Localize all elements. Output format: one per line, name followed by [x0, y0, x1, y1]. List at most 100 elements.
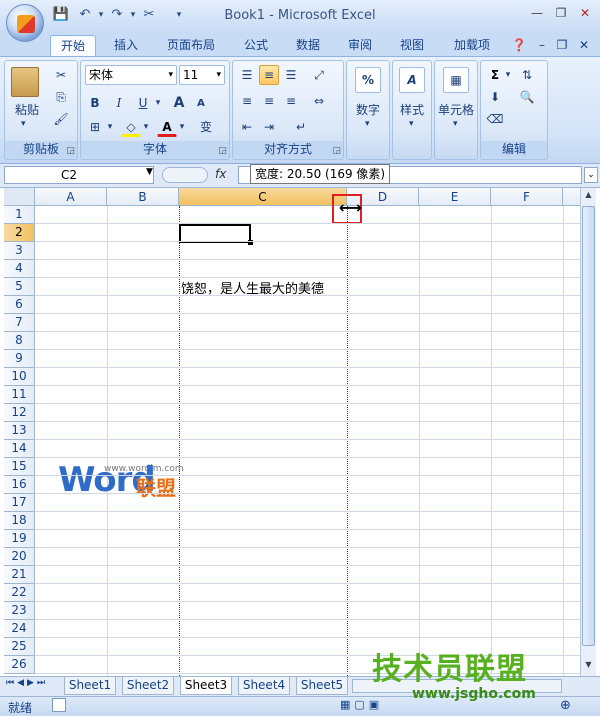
row-header[interactable]: 6 [4, 296, 35, 314]
align-bottom-icon[interactable]: ☰ [281, 65, 301, 85]
format-painter-icon[interactable]: 🖌 [51, 109, 71, 129]
sheet-tab-5[interactable]: Sheet5 [296, 677, 348, 695]
name-box[interactable]: C2 [4, 166, 154, 184]
cells-group[interactable]: ▦ 单元格 ▾ [434, 60, 478, 160]
autosum-button[interactable]: Σ [485, 65, 505, 85]
row-header[interactable]: 24 [4, 620, 35, 638]
row-header[interactable]: 21 [4, 566, 35, 584]
minimize-icon[interactable]: — [526, 4, 548, 22]
row-header[interactable]: 20 [4, 548, 35, 566]
increase-indent-icon[interactable]: ⇥ [259, 117, 279, 137]
formula-expand-icon[interactable]: ⌄ [584, 167, 598, 183]
tab-insert[interactable]: 插入 [106, 35, 146, 56]
row-header[interactable]: 1 [4, 206, 35, 224]
row-header[interactable]: 22 [4, 584, 35, 602]
sheet-tab-2[interactable]: Sheet2 [122, 677, 174, 695]
row-header[interactable]: 2 [4, 224, 35, 242]
tab-home[interactable]: 开始 [50, 35, 96, 56]
row-header[interactable]: 7 [4, 314, 35, 332]
column-header-a[interactable]: A [35, 188, 107, 206]
row-header[interactable]: 18 [4, 512, 35, 530]
column-header-c[interactable]: C [179, 188, 347, 206]
row-header[interactable]: 16 [4, 476, 35, 494]
select-all-corner[interactable] [4, 188, 35, 206]
number-group[interactable]: % 数字 ▾ [346, 60, 390, 160]
sort-filter-icon[interactable]: ⇅ [517, 65, 537, 85]
font-color-dropdown-icon[interactable]: ▾ [177, 117, 187, 137]
row-header[interactable]: 14 [4, 440, 35, 458]
wrap-text-icon[interactable]: ↵ [287, 117, 315, 137]
row-header[interactable]: 5 [4, 278, 35, 296]
row-header[interactable]: 26 [4, 656, 35, 674]
office-button[interactable] [6, 4, 44, 42]
tab-formulas[interactable]: 公式 [236, 35, 276, 56]
italic-button[interactable]: I [109, 93, 129, 113]
ribbon-minimize-icon[interactable]: – [534, 35, 550, 56]
find-select-icon[interactable]: 🔍 [517, 87, 537, 107]
scroll-down-icon[interactable]: ▼ [582, 660, 595, 674]
paste-dropdown-icon[interactable]: ▾ [21, 119, 26, 129]
macro-record-icon[interactable] [52, 698, 66, 712]
align-right-icon[interactable]: ≡ [281, 91, 301, 111]
paste-icon[interactable] [11, 67, 39, 97]
alignment-launcher-icon[interactable]: ◲ [332, 146, 341, 156]
row-header[interactable]: 23 [4, 602, 35, 620]
decrease-indent-icon[interactable]: ⇤ [237, 117, 257, 137]
phonetic-button[interactable]: 变 [193, 117, 219, 137]
row-header[interactable]: 19 [4, 530, 35, 548]
zoom-in-icon[interactable]: ⊕ [560, 698, 571, 713]
vertical-scrollbar[interactable]: ▲ ▼ [580, 188, 596, 676]
scroll-thumb[interactable] [582, 206, 595, 646]
row-header[interactable]: 13 [4, 422, 35, 440]
formula-bar-expander[interactable] [162, 167, 208, 183]
row-header[interactable]: 25 [4, 638, 35, 656]
tab-view[interactable]: 视图 [392, 35, 432, 56]
column-header-b[interactable]: B [107, 188, 179, 206]
styles-group[interactable]: A 样式 ▾ [392, 60, 432, 160]
border-icon[interactable]: ⊞ [85, 117, 105, 137]
sheet-tab-4[interactable]: Sheet4 [238, 677, 290, 695]
paste-label[interactable]: 粘贴 [9, 101, 45, 118]
row-header[interactable]: 3 [4, 242, 35, 260]
font-size-select[interactable]: 11 ▾ [179, 65, 225, 85]
row-header[interactable]: 4 [4, 260, 35, 278]
close-icon[interactable]: ✕ [574, 4, 596, 22]
align-center-icon[interactable]: ≡ [259, 91, 279, 111]
grow-font-button[interactable]: A [169, 93, 189, 113]
tab-page-layout[interactable]: 页面布局 [158, 35, 224, 56]
view-buttons-icon[interactable]: ▦▢▣ [340, 698, 383, 711]
underline-dropdown-icon[interactable]: ▾ [153, 93, 163, 113]
row-header[interactable]: 8 [4, 332, 35, 350]
insert-function-button[interactable]: fx [215, 167, 226, 181]
cut-icon[interactable]: ✂ [51, 65, 71, 85]
shrink-font-button[interactable]: A [191, 93, 211, 113]
font-color-icon[interactable]: A [157, 117, 177, 137]
underline-button[interactable]: U [133, 93, 153, 113]
tab-addins[interactable]: 加载项 [446, 35, 498, 56]
row-header[interactable]: 12 [4, 404, 35, 422]
column-header-g[interactable] [563, 188, 580, 206]
align-left-icon[interactable]: ≡ [237, 91, 257, 111]
name-box-dropdown-icon[interactable]: ▼ [146, 167, 153, 177]
workbook-close-icon[interactable]: ✕ [576, 35, 592, 56]
row-header[interactable]: 9 [4, 350, 35, 368]
column-header-e[interactable]: E [419, 188, 491, 206]
worksheet-grid[interactable]: A B C D E F 饶恕，是人生最大的美德 ⟷ www.wordlm.com… [4, 188, 580, 676]
sheet-nav-icon[interactable]: ⏮◀▶⏭ [6, 678, 48, 688]
font-launcher-icon[interactable]: ◲ [218, 146, 227, 156]
align-middle-icon[interactable]: ≡ [259, 65, 279, 85]
merge-center-icon[interactable]: ⇔ [309, 91, 329, 111]
fill-color-dropdown-icon[interactable]: ▾ [141, 117, 151, 137]
row-header[interactable]: 15 [4, 458, 35, 476]
fill-icon[interactable]: ⬇ [485, 87, 505, 107]
row-header[interactable]: 17 [4, 494, 35, 512]
tab-data[interactable]: 数据 [288, 35, 328, 56]
row-header[interactable]: 10 [4, 368, 35, 386]
fill-color-icon[interactable]: ◇ [121, 117, 141, 137]
copy-icon[interactable]: ⎘ [51, 87, 71, 107]
clipboard-launcher-icon[interactable]: ◲ [66, 146, 75, 156]
sheet-tab-3[interactable]: Sheet3 [180, 677, 232, 695]
restore-icon[interactable]: ❐ [550, 4, 572, 22]
bold-button[interactable]: B [85, 93, 105, 113]
workbook-restore-icon[interactable]: ❐ [554, 35, 570, 56]
